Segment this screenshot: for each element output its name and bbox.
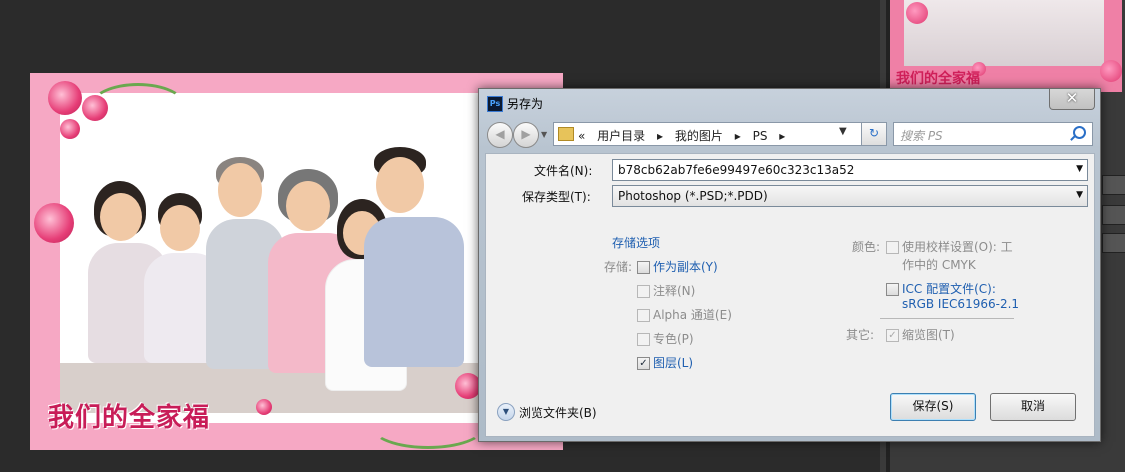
dialog-title-bar[interactable]: Ps 另存为 ✕	[479, 89, 1100, 117]
icc-profile-checkbox[interactable]	[886, 283, 899, 296]
filetype-select[interactable]: Photoshop (*.PSD;*.PDD) ▼	[612, 185, 1088, 207]
filename-label: 文件名(N):	[534, 164, 593, 178]
breadcrumb-separator[interactable]: ▸	[735, 129, 741, 143]
rose-decoration	[906, 2, 928, 24]
search-placeholder: 搜索 PS	[900, 129, 943, 143]
address-dropdown-icon[interactable]: ▼	[839, 126, 847, 137]
rose-decoration	[34, 203, 74, 243]
icc-profile-value: sRGB IEC61966-2.1	[902, 297, 1020, 311]
cancel-button[interactable]: 取消	[990, 393, 1076, 421]
options-divider	[880, 318, 1014, 319]
alpha-channels-label: Alpha 通道(E)	[653, 308, 732, 322]
filename-field[interactable]: b78cb62ab7fe6e99497e60c323c13a52 ▼	[612, 159, 1088, 181]
refresh-button[interactable]: ↻	[861, 122, 887, 146]
notes-checkbox[interactable]	[637, 285, 650, 298]
navigator-banner: 我们的全家福	[896, 71, 980, 87]
breadcrumb-my-pictures[interactable]: 我的图片	[675, 129, 723, 143]
navigator-photo	[904, 0, 1104, 66]
panel-button[interactable]	[1102, 233, 1125, 253]
alpha-channels-checkbox[interactable]	[637, 309, 650, 322]
color-label: 颜色:	[852, 240, 881, 254]
dialog-title: 另存为	[507, 97, 544, 111]
search-box[interactable]: 搜索 PS	[893, 122, 1093, 146]
as-copy-checkbox[interactable]	[637, 261, 650, 274]
use-proof-setup-label: 使用校样设置(O): 工	[902, 240, 1013, 254]
panel-button[interactable]	[1102, 205, 1125, 225]
save-button[interactable]: 保存(S)	[890, 393, 976, 421]
navigation-bar: ◀ ▶ ▼ « 用户目录 ▸ 我的图片 ▸ PS ▸ ▼ ↻ 搜索 PS	[485, 121, 1095, 148]
filetype-label: 保存类型(T):	[522, 190, 591, 204]
recent-locations-dropdown-icon[interactable]: ▼	[541, 130, 547, 139]
panel-button[interactable]	[1102, 175, 1125, 195]
navigator-thumbnail: 我们的全家福	[890, 0, 1122, 92]
rose-decoration	[48, 81, 82, 115]
canvas-banner: 我们的全家福	[48, 403, 211, 433]
browse-folders-label[interactable]: 浏览文件夹(B)	[519, 404, 597, 421]
vine-decoration	[90, 83, 186, 129]
filetype-value: Photoshop (*.PSD;*.PDD)	[618, 189, 768, 203]
thumbnail-checkbox[interactable]: ✓	[886, 329, 899, 342]
rose-decoration	[256, 399, 272, 415]
back-button[interactable]: ◀	[487, 122, 513, 148]
search-icon[interactable]	[1073, 126, 1086, 139]
photoshop-app-icon: Ps	[487, 96, 503, 112]
close-button[interactable]: ✕	[1049, 89, 1095, 110]
filename-value: b78cb62ab7fe6e99497e60c323c13a52	[618, 163, 855, 177]
expand-arrow-icon[interactable]: ▼	[497, 403, 515, 421]
chevron-down-icon[interactable]: ▼	[1076, 190, 1083, 200]
icc-profile-label[interactable]: ICC 配置文件(C):	[902, 280, 996, 297]
save-label: 存储:	[604, 260, 633, 274]
forward-button[interactable]: ▶	[513, 122, 539, 148]
save-options-heading: 存储选项	[612, 236, 661, 250]
breadcrumb-separator[interactable]: ▸	[779, 129, 785, 143]
as-copy-label[interactable]: 作为副本(Y)	[653, 258, 718, 275]
vine-decoration	[370, 403, 486, 449]
thumbnail-label: 缩览图(T)	[902, 328, 955, 342]
breadcrumb-separator[interactable]: ▸	[657, 129, 663, 143]
save-as-dialog: Ps 另存为 ✕ ◀ ▶ ▼ « 用户目录 ▸ 我的图片 ▸ PS ▸ ▼ ↻ …	[478, 88, 1101, 442]
layers-checkbox[interactable]: ✓	[637, 357, 650, 370]
address-bar[interactable]: « 用户目录 ▸ 我的图片 ▸ PS ▸ ▼	[553, 122, 885, 146]
rose-decoration	[60, 119, 80, 139]
breadcrumb-user-dir[interactable]: 用户目录	[597, 129, 645, 143]
breadcrumb-ps[interactable]: PS	[753, 129, 768, 143]
panel-widgets	[1102, 150, 1125, 450]
spot-colors-checkbox[interactable]	[637, 333, 650, 346]
spot-colors-label: 专色(P)	[653, 332, 694, 346]
rose-decoration	[1100, 60, 1122, 82]
notes-label: 注释(N)	[653, 284, 696, 298]
breadcrumb-overflow[interactable]: «	[578, 129, 585, 143]
chevron-down-icon[interactable]: ▼	[1076, 164, 1083, 174]
breadcrumb: « 用户目录 ▸ 我的图片 ▸ PS ▸	[578, 127, 793, 144]
use-proof-setup-checkbox[interactable]	[886, 241, 899, 254]
use-proof-setup-label-cont: 作中的 CMYK	[902, 258, 976, 272]
layers-label[interactable]: 图层(L)	[653, 354, 693, 371]
other-label: 其它:	[846, 328, 875, 342]
folder-icon	[558, 127, 574, 141]
